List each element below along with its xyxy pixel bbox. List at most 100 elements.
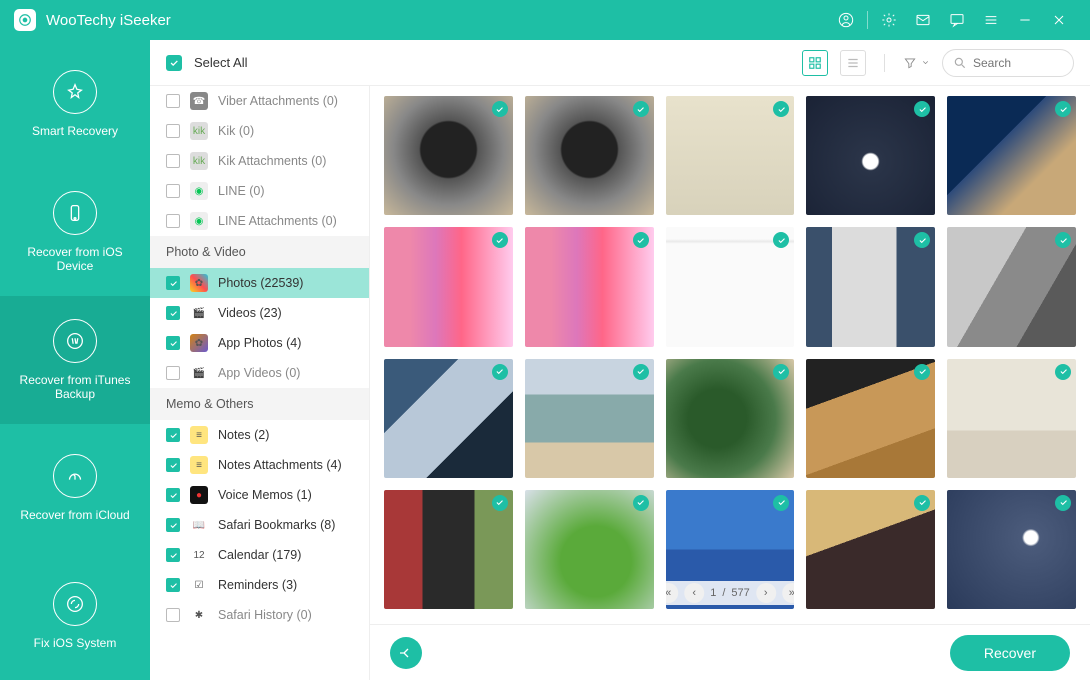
category-label: Safari History (0) bbox=[218, 608, 312, 622]
photo-thumbnail[interactable] bbox=[525, 227, 654, 346]
category-checkbox[interactable] bbox=[166, 214, 180, 228]
list-view-button[interactable] bbox=[840, 50, 866, 76]
photo-thumbnail[interactable] bbox=[947, 227, 1076, 346]
category-checkbox[interactable] bbox=[166, 488, 180, 502]
select-all-checkbox[interactable] bbox=[166, 55, 182, 71]
nav-label: Fix iOS System bbox=[34, 636, 117, 650]
nav-label: Recover from iOS Device bbox=[10, 245, 140, 273]
category-checkbox[interactable] bbox=[166, 548, 180, 562]
account-icon[interactable] bbox=[829, 0, 863, 40]
photo-thumbnail[interactable] bbox=[384, 490, 513, 609]
footer: Recover bbox=[370, 624, 1090, 680]
category-item[interactable]: ✿Photos (22539) bbox=[150, 268, 369, 298]
category-item[interactable]: 12Calendar (179) bbox=[150, 540, 369, 570]
last-page-button[interactable]: » bbox=[782, 583, 795, 603]
category-item[interactable]: ●Voice Memos (1) bbox=[150, 480, 369, 510]
category-checkbox[interactable] bbox=[166, 306, 180, 320]
category-icon: ✿ bbox=[190, 334, 208, 352]
photo-thumbnail[interactable] bbox=[384, 96, 513, 215]
category-item[interactable]: ☑Reminders (3) bbox=[150, 570, 369, 600]
photo-thumbnail[interactable] bbox=[806, 490, 935, 609]
close-icon[interactable] bbox=[1042, 0, 1076, 40]
app-title: WooTechy iSeeker bbox=[46, 12, 829, 29]
category-item[interactable]: kikKik (0) bbox=[150, 116, 369, 146]
category-item[interactable]: 📖Safari Bookmarks (8) bbox=[150, 510, 369, 540]
nav-item[interactable]: Smart Recovery bbox=[0, 40, 150, 168]
nav-item[interactable]: Recover from iCloud bbox=[0, 424, 150, 552]
category-icon: ◉ bbox=[190, 212, 208, 230]
selected-tick-icon bbox=[1055, 364, 1071, 380]
category-icon: ☑ bbox=[190, 576, 208, 594]
category-label: Kik Attachments (0) bbox=[218, 154, 326, 168]
photo-thumbnail[interactable] bbox=[666, 359, 795, 478]
photo-thumbnail[interactable] bbox=[525, 490, 654, 609]
category-item[interactable]: ◉ LINE Attachments (0) bbox=[150, 206, 369, 236]
nav-item[interactable]: Fix iOS System bbox=[0, 552, 150, 680]
category-checkbox[interactable] bbox=[166, 578, 180, 592]
photo-thumbnail[interactable] bbox=[525, 359, 654, 478]
category-item[interactable]: 🎬Videos (23) bbox=[150, 298, 369, 328]
category-item[interactable]: ✿App Photos (4) bbox=[150, 328, 369, 358]
category-item[interactable]: ✱Safari History (0) bbox=[150, 600, 369, 630]
category-item[interactable]: 🎬App Videos (0) bbox=[150, 358, 369, 388]
mail-icon[interactable] bbox=[906, 0, 940, 40]
photo-thumbnail[interactable] bbox=[525, 96, 654, 215]
category-icon: ≡ bbox=[190, 456, 208, 474]
category-checkbox[interactable] bbox=[166, 154, 180, 168]
category-icon: 📖 bbox=[190, 516, 208, 534]
selected-tick-icon bbox=[633, 495, 649, 511]
search-box[interactable] bbox=[942, 49, 1074, 77]
minimize-icon[interactable] bbox=[1008, 0, 1042, 40]
toolbar: Select All bbox=[150, 40, 1090, 86]
photo-thumbnail[interactable] bbox=[947, 490, 1076, 609]
selected-tick-icon bbox=[492, 101, 508, 117]
category-checkbox[interactable] bbox=[166, 94, 180, 108]
photo-thumbnail[interactable]: « ‹ 1 / 577 › » bbox=[666, 490, 795, 609]
back-button[interactable] bbox=[390, 637, 422, 669]
photo-thumbnail[interactable] bbox=[806, 359, 935, 478]
category-icon: ◉ bbox=[190, 182, 208, 200]
category-item[interactable]: ◉LINE (0) bbox=[150, 176, 369, 206]
category-checkbox[interactable] bbox=[166, 458, 180, 472]
grid-view-button[interactable] bbox=[802, 50, 828, 76]
recover-button[interactable]: Recover bbox=[950, 635, 1070, 671]
menu-icon[interactable] bbox=[974, 0, 1008, 40]
selected-tick-icon bbox=[1055, 495, 1071, 511]
photo-gallery: « ‹ 1 / 577 › » bbox=[370, 86, 1090, 624]
filter-button[interactable] bbox=[903, 56, 930, 70]
category-checkbox[interactable] bbox=[166, 608, 180, 622]
category-label: Viber Attachments (0) bbox=[218, 94, 338, 108]
nav-item[interactable]: Recover from iOS Device bbox=[0, 168, 150, 296]
category-item[interactable]: ≡ Notes Attachments (4) bbox=[150, 450, 369, 480]
photo-thumbnail[interactable] bbox=[384, 359, 513, 478]
category-item[interactable]: ☎Viber Attachments (0) bbox=[150, 86, 369, 116]
category-checkbox[interactable] bbox=[166, 366, 180, 380]
category-checkbox[interactable] bbox=[166, 276, 180, 290]
category-checkbox[interactable] bbox=[166, 184, 180, 198]
photo-thumbnail[interactable] bbox=[666, 96, 795, 215]
category-item[interactable]: kikKik Attachments (0) bbox=[150, 146, 369, 176]
photo-thumbnail[interactable] bbox=[666, 227, 795, 346]
category-checkbox[interactable] bbox=[166, 336, 180, 350]
search-input[interactable] bbox=[973, 56, 1063, 70]
photo-thumbnail[interactable] bbox=[947, 96, 1076, 215]
category-item[interactable]: ≡Notes (2) bbox=[150, 420, 369, 450]
first-page-button[interactable]: « bbox=[666, 583, 679, 603]
next-page-button[interactable]: › bbox=[756, 583, 776, 603]
category-checkbox[interactable] bbox=[166, 518, 180, 532]
feedback-icon[interactable] bbox=[940, 0, 974, 40]
category-label: Notes Attachments (4) bbox=[218, 458, 342, 472]
prev-page-button[interactable]: ‹ bbox=[684, 583, 704, 603]
category-label: LINE Attachments (0) bbox=[218, 214, 337, 228]
photo-thumbnail[interactable] bbox=[806, 227, 935, 346]
selected-tick-icon bbox=[633, 101, 649, 117]
settings-icon[interactable] bbox=[872, 0, 906, 40]
category-checkbox[interactable] bbox=[166, 124, 180, 138]
category-group: Memo & Others bbox=[150, 388, 369, 420]
photo-thumbnail[interactable] bbox=[947, 359, 1076, 478]
category-checkbox[interactable] bbox=[166, 428, 180, 442]
photo-thumbnail[interactable] bbox=[806, 96, 935, 215]
category-icon: 12 bbox=[190, 546, 208, 564]
photo-thumbnail[interactable] bbox=[384, 227, 513, 346]
nav-item[interactable]: Recover from iTunes Backup bbox=[0, 296, 150, 424]
